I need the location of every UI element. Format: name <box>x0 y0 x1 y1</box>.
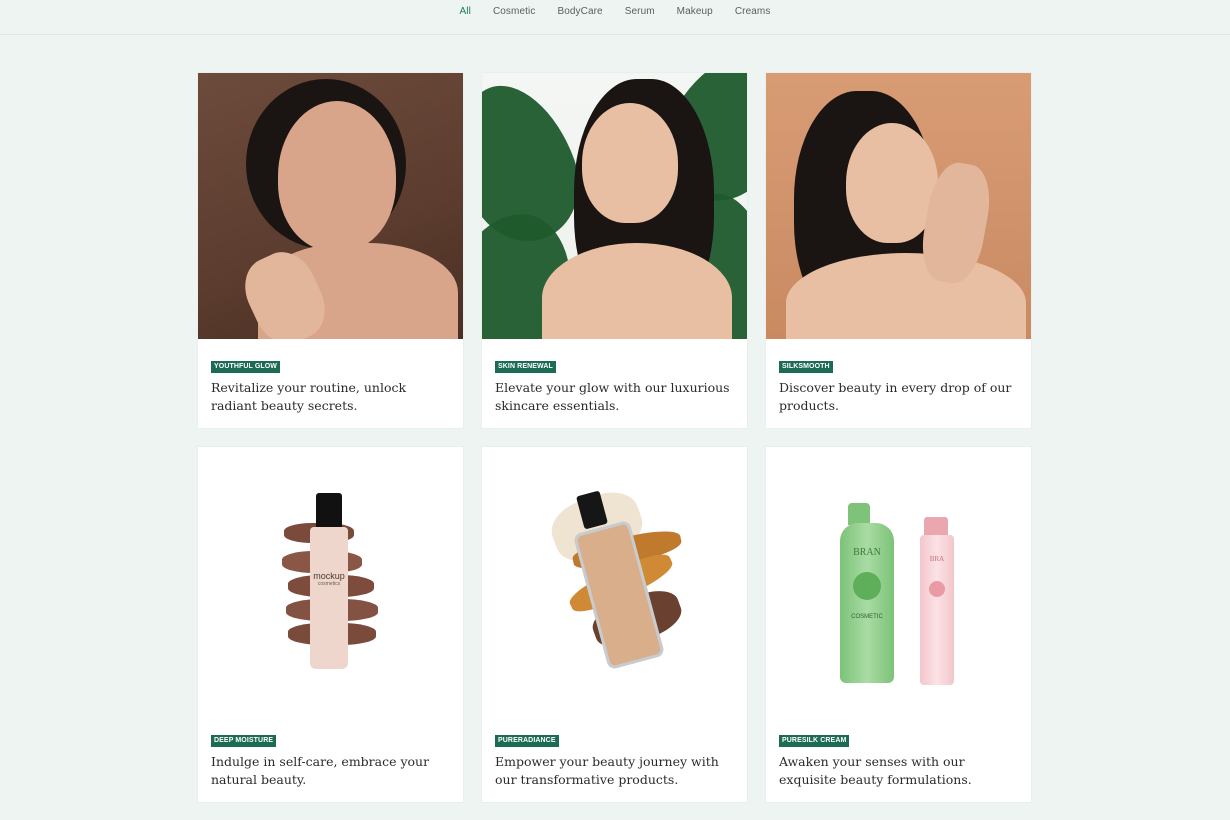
card-body: DEEP MOISTURE Indulge in self-care, embr… <box>198 713 463 789</box>
card-image-woman-with-leaves <box>482 73 747 339</box>
card-tag: YOUTHFUL GLOW <box>211 361 280 373</box>
card-description: Discover beauty in every drop of our pro… <box>779 380 1012 413</box>
product-card[interactable]: mockup cosmetics DEEP MOISTURE Indulge i… <box>198 447 463 802</box>
card-description: Revitalize your routine, unlock radiant … <box>211 380 407 413</box>
product-card[interactable]: SKIN RENEWAL Elevate your glow with our … <box>482 73 747 428</box>
card-body: SKIN RENEWAL Elevate your glow with our … <box>482 339 747 415</box>
product-card[interactable]: SILKSMOOTH Discover beauty in every drop… <box>766 73 1031 428</box>
card-body: PURESILK CREAM Awaken your senses with o… <box>766 713 1031 789</box>
card-body: PURERADIANCE Empower your beauty journey… <box>482 713 747 789</box>
face-shape <box>278 101 396 251</box>
pink-bottle-brand: BRA <box>929 555 945 563</box>
bottle-cap-shape <box>848 503 870 525</box>
card-description: Indulge in self-care, embrace your natur… <box>211 754 430 787</box>
pink-bottle-cap-shape <box>924 517 948 537</box>
card-description: Empower your beauty journey with our tra… <box>495 754 719 787</box>
tab-serum[interactable]: Serum <box>614 6 666 17</box>
card-body: YOUTHFUL GLOW Revitalize your routine, u… <box>198 339 463 415</box>
bottle-sub-label: cosmetics <box>317 581 341 587</box>
card-image-woman-portrait <box>198 73 463 339</box>
card-image-foundation-bottle: mockup cosmetics <box>198 447 463 713</box>
bottle-shape: mockup cosmetics <box>310 527 348 669</box>
card-tag: DEEP MOISTURE <box>211 735 277 747</box>
tab-cosmetic[interactable]: Cosmetic <box>482 6 546 17</box>
card-tag: PURERADIANCE <box>495 735 559 747</box>
pink-bottle-shape: BRA <box>920 535 954 685</box>
green-bottle-brand: BRAN <box>853 547 881 558</box>
product-card[interactable]: YOUTHFUL GLOW Revitalize your routine, u… <box>198 73 463 428</box>
shoulder-shape <box>786 253 1026 339</box>
tab-bodycare[interactable]: BodyCare <box>546 6 613 17</box>
product-grid: YOUTHFUL GLOW Revitalize your routine, u… <box>198 73 1031 802</box>
product-card[interactable]: BRAN COSMETIC BRA PURESILK CREAM Awaken … <box>766 447 1031 802</box>
tab-all[interactable]: All <box>449 6 482 17</box>
card-image-woman-eyes-closed <box>766 73 1031 339</box>
green-bottle-label: COSMETIC <box>851 614 883 620</box>
bottle-pump-shape <box>316 493 342 527</box>
category-tabs: All Cosmetic BodyCare Serum Makeup Cream… <box>0 0 1230 35</box>
card-tag: PURESILK CREAM <box>779 735 850 747</box>
card-description: Awaken your senses with our exquisite be… <box>779 754 972 787</box>
tab-creams[interactable]: Creams <box>724 6 782 17</box>
product-card[interactable]: PURERADIANCE Empower your beauty journey… <box>482 447 747 802</box>
bottle-brand-label: mockup <box>313 571 345 581</box>
card-image-foundation-swatches <box>482 447 747 713</box>
card-tag: SILKSMOOTH <box>779 361 833 373</box>
card-tag: SKIN RENEWAL <box>495 361 556 373</box>
card-description: Elevate your glow with our luxurious ski… <box>495 380 730 413</box>
green-bottle-shape: BRAN COSMETIC <box>840 523 894 683</box>
face-shape <box>582 103 678 223</box>
tab-makeup[interactable]: Makeup <box>666 6 724 17</box>
card-body: SILKSMOOTH Discover beauty in every drop… <box>766 339 1031 415</box>
green-bottle-circle <box>853 572 881 600</box>
card-image-green-pink-bottles: BRAN COSMETIC BRA <box>766 447 1031 713</box>
pink-bottle-circle <box>929 581 945 597</box>
